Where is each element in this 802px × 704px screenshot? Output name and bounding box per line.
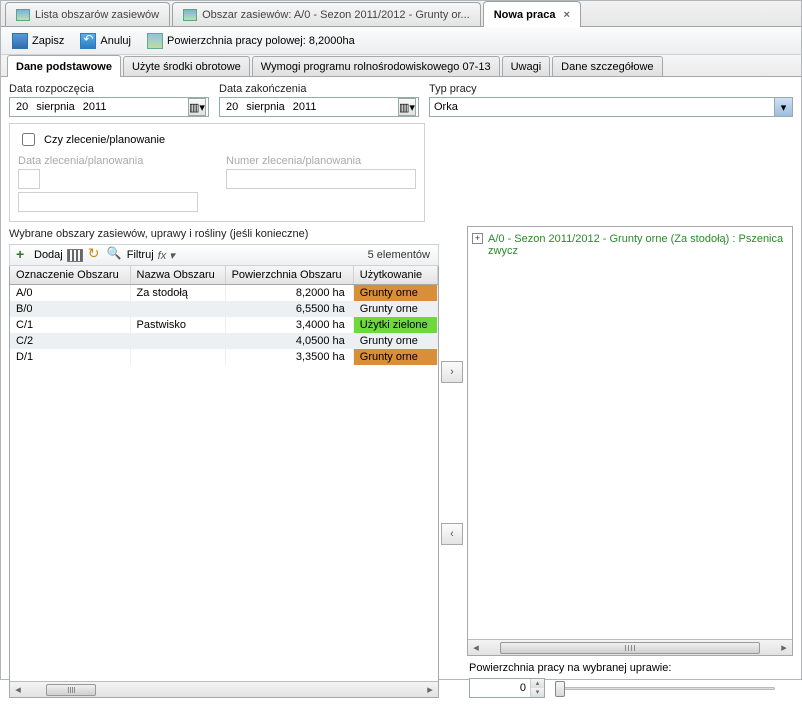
toolbar: Zapisz Anuluj Powierzchnia pracy polowej…	[1, 27, 801, 55]
move-left-button[interactable]: ‹	[441, 523, 463, 545]
slider-thumb[interactable]	[555, 681, 565, 697]
fx-button[interactable]: fx ▾	[158, 249, 175, 262]
search-icon[interactable]	[107, 247, 123, 263]
tree-hscrollbar[interactable]: ◂ ▸	[468, 639, 792, 655]
selection-tree[interactable]: + A/0 - Sezon 2011/2012 - Grunty orne (Z…	[467, 226, 793, 656]
plus-icon[interactable]	[14, 247, 30, 263]
reload-icon[interactable]	[87, 247, 103, 263]
filter-button[interactable]: Filtruj	[127, 249, 154, 261]
table-row[interactable]: B/06,5500 haGrunty orne	[10, 301, 438, 317]
tab-area[interactable]: Obszar zasiewów: A/0 - Sezon 2011/2012 -…	[172, 2, 481, 26]
field-icon	[183, 9, 197, 21]
transfer-buttons: › ‹	[439, 226, 465, 698]
tab-new-work[interactable]: Nowa praca×	[483, 1, 581, 27]
columns-icon[interactable]	[67, 249, 83, 262]
tree-item[interactable]: + A/0 - Sezon 2011/2012 - Grunty orne (Z…	[472, 231, 788, 259]
subtab-resources[interactable]: Użyte środki obrotowe	[123, 56, 250, 76]
scroll-left-icon[interactable]: ◂	[468, 640, 484, 656]
scroll-left-icon[interactable]: ◂	[10, 682, 26, 698]
save-button[interactable]: Zapisz	[7, 30, 69, 52]
scroll-thumb[interactable]	[500, 642, 760, 654]
subtab-agri[interactable]: Wymogi programu rolnośrodowiskowego 07-1…	[252, 56, 500, 76]
col-area[interactable]: Powierzchnia Obszaru	[225, 266, 353, 285]
grid-hscrollbar[interactable]: ◂ ▸	[10, 681, 438, 697]
subtab-notes[interactable]: Uwagi	[502, 56, 551, 76]
calendar-icon[interactable]: ▥▾	[188, 98, 206, 116]
spin-up-icon[interactable]: ▴	[531, 679, 544, 688]
subtab-basic[interactable]: Dane podstawowe	[7, 55, 121, 77]
item-count: 5 elementów	[179, 249, 434, 261]
spin-down-icon[interactable]: ▾	[531, 688, 544, 697]
close-icon[interactable]: ×	[563, 9, 569, 21]
plan-num-input	[226, 169, 416, 189]
col-use[interactable]: Użytkowanie	[353, 266, 437, 285]
plan-num-label: Numer zlecenia/planowania	[226, 155, 416, 167]
scroll-right-icon[interactable]: ▸	[776, 640, 792, 656]
subtab-details[interactable]: Dane szczegółowe	[552, 56, 662, 76]
tab-list[interactable]: Lista obszarów zasiewów	[5, 2, 170, 26]
work-type-label: Typ pracy	[429, 83, 793, 95]
plan-date-day	[18, 169, 40, 189]
plan-date-label: Data zlecenia/planowania	[18, 155, 216, 167]
plan-checkbox[interactable]: Czy zlecenie/planowanie	[18, 130, 165, 149]
plan-date-input	[18, 192, 198, 212]
table-row[interactable]: D/13,3500 haGrunty orne	[10, 349, 438, 365]
chevron-down-icon[interactable]: ▾	[774, 98, 792, 116]
field-icon	[147, 33, 163, 49]
list-title: Wybrane obszary zasiewów, uprawy i rośli…	[9, 228, 439, 240]
table-row[interactable]: A/0Za stodołą8,2000 haGrunty orne	[10, 285, 438, 302]
content-area: Data rozpoczęcia 20sierpnia2011 ▥▾ Data …	[1, 77, 801, 704]
col-desig[interactable]: Oznaczenie Obszaru	[10, 266, 130, 285]
save-icon	[12, 33, 28, 49]
scroll-right-icon[interactable]: ▸	[422, 682, 438, 698]
table-row[interactable]: C/1Pastwisko3,4000 haUżytki zielone	[10, 317, 438, 333]
calendar-icon[interactable]: ▥▾	[398, 98, 416, 116]
cancel-button[interactable]: Anuluj	[75, 30, 136, 52]
main-window: Lista obszarów zasiewów Obszar zasiewów:…	[0, 0, 802, 680]
tab-strip: Lista obszarów zasiewów Obszar zasiewów:…	[1, 1, 801, 27]
areas-grid[interactable]: Oznaczenie Obszaru Nazwa Obszaru Powierz…	[9, 266, 439, 698]
end-date-label: Data zakończenia	[219, 83, 419, 95]
form-tabs: Dane podstawowe Użyte środki obrotowe Wy…	[1, 55, 801, 77]
list-toolbar: Dodaj Filtruj fx ▾ 5 elementów	[9, 244, 439, 266]
col-name[interactable]: Nazwa Obszaru	[130, 266, 225, 285]
work-type-select[interactable]: Orka ▾	[429, 97, 793, 117]
expand-icon[interactable]: +	[472, 233, 483, 244]
start-date-label: Data rozpoczęcia	[9, 83, 209, 95]
crop-area-slider[interactable]	[555, 678, 775, 698]
table-row[interactable]: C/24,0500 haGrunty orne	[10, 333, 438, 349]
move-right-button[interactable]: ›	[441, 361, 463, 383]
crop-area-stepper[interactable]: 0 ▴▾	[469, 678, 545, 698]
crop-area-label: Powierzchnia pracy na wybranej uprawie:	[469, 662, 791, 674]
end-date-input[interactable]: 20sierpnia2011 ▥▾	[219, 97, 419, 117]
start-date-input[interactable]: 20sierpnia2011 ▥▾	[9, 97, 209, 117]
add-button[interactable]: Dodaj	[34, 249, 63, 261]
field-icon	[16, 9, 30, 21]
undo-icon	[80, 33, 96, 49]
surface-info: Powierzchnia pracy polowej: 8,2000ha	[142, 30, 360, 52]
scroll-thumb[interactable]	[46, 684, 96, 696]
